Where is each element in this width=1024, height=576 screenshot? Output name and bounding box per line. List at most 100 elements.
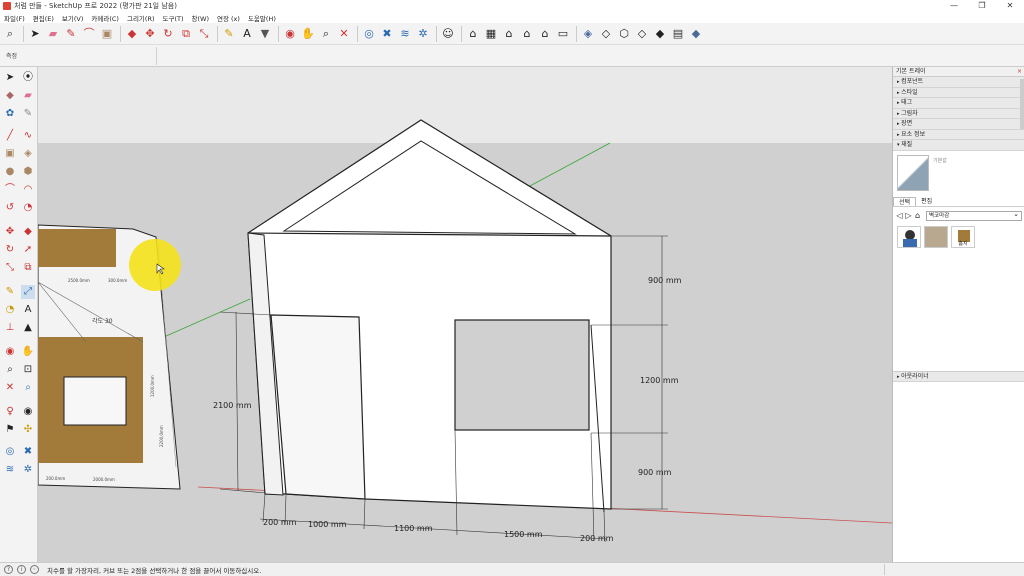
monochrome-style-icon[interactable]: ◆ bbox=[688, 26, 704, 42]
tape-measure-icon[interactable]: ✎ bbox=[3, 285, 17, 299]
pie-tool-icon[interactable]: ◔ bbox=[21, 201, 35, 215]
select-tool-icon[interactable]: ➤ bbox=[3, 71, 17, 85]
close-button[interactable]: ✕ bbox=[996, 0, 1024, 12]
menu-file[interactable]: 파일(F) bbox=[4, 13, 25, 23]
home-icon[interactable]: ⌂ bbox=[913, 211, 922, 220]
panel-styles[interactable]: 스타일 bbox=[893, 87, 1024, 98]
minimize-button[interactable]: — bbox=[940, 0, 968, 12]
menu-extensions[interactable]: 연장 (x) bbox=[217, 13, 240, 23]
panel-entity-info[interactable]: 요소 정보 bbox=[893, 129, 1024, 140]
look-around-icon[interactable]: ◉ bbox=[21, 405, 35, 419]
extension-warehouse-icon[interactable]: ✖ bbox=[379, 26, 395, 42]
menu-view[interactable]: 보기(V) bbox=[62, 13, 83, 23]
rotated-rectangle-icon[interactable]: ◈ bbox=[21, 147, 35, 161]
arc-tool-icon[interactable]: ⌒ bbox=[81, 26, 97, 42]
material-thumb-avatar[interactable] bbox=[897, 225, 921, 248]
offset-tool-icon[interactable]: ⧉ bbox=[21, 261, 35, 275]
three-point-arc-icon[interactable]: ↺ bbox=[3, 201, 17, 215]
panel-scenes[interactable]: 장면 bbox=[893, 119, 1024, 130]
back-view-icon[interactable]: ⌂ bbox=[537, 26, 553, 42]
shaded-textures-style-icon[interactable]: ▤ bbox=[670, 26, 686, 42]
account-icon[interactable]: ☺ bbox=[440, 26, 456, 42]
send-to-layout-icon[interactable]: ≋ bbox=[3, 463, 17, 477]
previous-view-icon[interactable]: ⌕ bbox=[21, 381, 35, 395]
xray-style-icon[interactable]: ◈ bbox=[580, 26, 596, 42]
scale-tool-icon[interactable]: ⤡ bbox=[196, 26, 212, 42]
protractor-tool-icon[interactable]: ◔ bbox=[3, 303, 17, 317]
offset-tool-icon[interactable]: ⧉ bbox=[178, 26, 194, 42]
pencil-tool-icon[interactable]: ✎ bbox=[63, 26, 79, 42]
3d-text-tool-icon[interactable]: ▲ bbox=[21, 321, 35, 335]
dim-wall-left[interactable]: 200 mm bbox=[263, 518, 297, 527]
warehouse-icon[interactable]: ◎ bbox=[361, 26, 377, 42]
zoom-extents-icon[interactable]: ✕ bbox=[336, 26, 352, 42]
text-tool-icon[interactable]: A bbox=[239, 26, 255, 42]
orbit-tool-icon[interactable]: ◉ bbox=[282, 26, 298, 42]
menu-tools[interactable]: 도구(T) bbox=[163, 13, 184, 23]
lasso-tool-icon[interactable]: ⦿ bbox=[21, 71, 35, 85]
move-tool-icon[interactable]: ✥ bbox=[142, 26, 158, 42]
menu-window[interactable]: 창(W) bbox=[192, 13, 209, 23]
drawing-viewport[interactable]: 각도 30 2500.0mm 300.0mm 1200.0mm 2200.0mm… bbox=[38, 67, 892, 562]
move-tool-icon[interactable]: ✥ bbox=[3, 225, 17, 239]
scale-tool-icon[interactable]: ⤡ bbox=[3, 261, 17, 275]
menu-help[interactable]: 도움말(H) bbox=[248, 13, 276, 23]
tab-select[interactable]: 선택 bbox=[893, 196, 917, 206]
panel-components[interactable]: 컴포넌트 bbox=[893, 77, 1024, 88]
pan-tool-icon[interactable]: ✋ bbox=[300, 26, 316, 42]
dim-top-height[interactable]: 900 mm bbox=[648, 276, 682, 285]
rectangle-tool-icon[interactable]: ▣ bbox=[99, 26, 115, 42]
tray-close-button[interactable]: × bbox=[1017, 67, 1022, 77]
material-thumb-texture[interactable] bbox=[924, 225, 948, 248]
paint-bucket-icon[interactable]: ◆ bbox=[3, 89, 17, 103]
dim-window-width[interactable]: 1500 mm bbox=[504, 530, 543, 539]
dim-mid-height[interactable]: 1200 mm bbox=[640, 376, 679, 385]
zoom-tool-icon[interactable]: ⌕ bbox=[318, 26, 334, 42]
circle-tool-icon[interactable]: ● bbox=[3, 165, 17, 179]
left-view-icon[interactable]: ▭ bbox=[555, 26, 571, 42]
freehand-tool-icon[interactable]: ∿ bbox=[21, 129, 35, 143]
axes-tool-icon[interactable]: ⊥ bbox=[3, 321, 17, 335]
top-view-icon[interactable]: ▦ bbox=[483, 26, 499, 42]
panel-materials[interactable]: 재질 bbox=[893, 140, 1024, 151]
extension-warehouse-icon[interactable]: ✖ bbox=[21, 445, 35, 459]
eraser-tool-icon[interactable]: ▰ bbox=[45, 26, 61, 42]
zoom-tool-icon[interactable]: ⌕ bbox=[3, 363, 17, 377]
tag-eraser-icon[interactable]: ✎ bbox=[21, 107, 35, 121]
text-tool-icon[interactable]: A bbox=[21, 303, 35, 317]
dimension-tool-icon[interactable]: ⤢ bbox=[21, 285, 35, 299]
dim-bottom-height[interactable]: 900 mm bbox=[638, 468, 672, 477]
front-view-icon[interactable]: ⌂ bbox=[501, 26, 517, 42]
dim-gap[interactable]: 1100 mm bbox=[394, 524, 433, 533]
pan-tool-icon[interactable]: ✋ bbox=[21, 345, 35, 359]
forward-arrow-icon[interactable]: ▷ bbox=[904, 211, 913, 220]
section-plane-icon[interactable]: ✣ bbox=[21, 423, 35, 437]
iso-view-icon[interactable]: ⌂ bbox=[465, 26, 481, 42]
menu-draw[interactable]: 그리기(R) bbox=[127, 13, 155, 23]
warehouse-icon[interactable]: ◎ bbox=[3, 445, 17, 459]
line-tool-icon[interactable]: ╱ bbox=[3, 129, 17, 143]
panel-shadows[interactable]: 그림자 bbox=[893, 108, 1024, 119]
hidden-line-style-icon[interactable]: ◇ bbox=[634, 26, 650, 42]
rotate-tool-icon[interactable]: ↻ bbox=[3, 243, 17, 257]
zoom-extents-icon[interactable]: ✕ bbox=[3, 381, 17, 395]
back-arrow-icon[interactable]: ◁ bbox=[895, 211, 904, 220]
right-view-icon[interactable]: ⌂ bbox=[519, 26, 535, 42]
send-to-layout-icon[interactable]: ≋ bbox=[397, 26, 413, 42]
tape-measure-icon[interactable]: ✎ bbox=[221, 26, 237, 42]
dim-door-height[interactable]: 2100 mm bbox=[213, 401, 252, 410]
extension-manager-icon[interactable]: ✲ bbox=[21, 463, 35, 477]
geolocation-icon[interactable]: ? bbox=[4, 565, 13, 574]
material-thumb-brick[interactable]: 홈지 bbox=[951, 225, 975, 248]
polygon-tool-icon[interactable]: ⬢ bbox=[21, 165, 35, 179]
wireframe-style-icon[interactable]: ⬡ bbox=[616, 26, 632, 42]
dim-door-width[interactable]: 1000 mm bbox=[308, 520, 347, 529]
tab-edit[interactable]: 편집 bbox=[916, 197, 937, 206]
eraser-tool-icon[interactable]: ▰ bbox=[21, 89, 35, 103]
position-camera-icon[interactable]: ♀ bbox=[3, 405, 17, 419]
two-point-arc-icon[interactable]: ◠ bbox=[21, 183, 35, 197]
menu-edit[interactable]: 편집(E) bbox=[33, 13, 54, 23]
instructor-icon[interactable]: ◦ bbox=[30, 565, 39, 574]
panel-tags[interactable]: 태그 bbox=[893, 98, 1024, 109]
tray-scrollbar[interactable] bbox=[1020, 79, 1024, 129]
